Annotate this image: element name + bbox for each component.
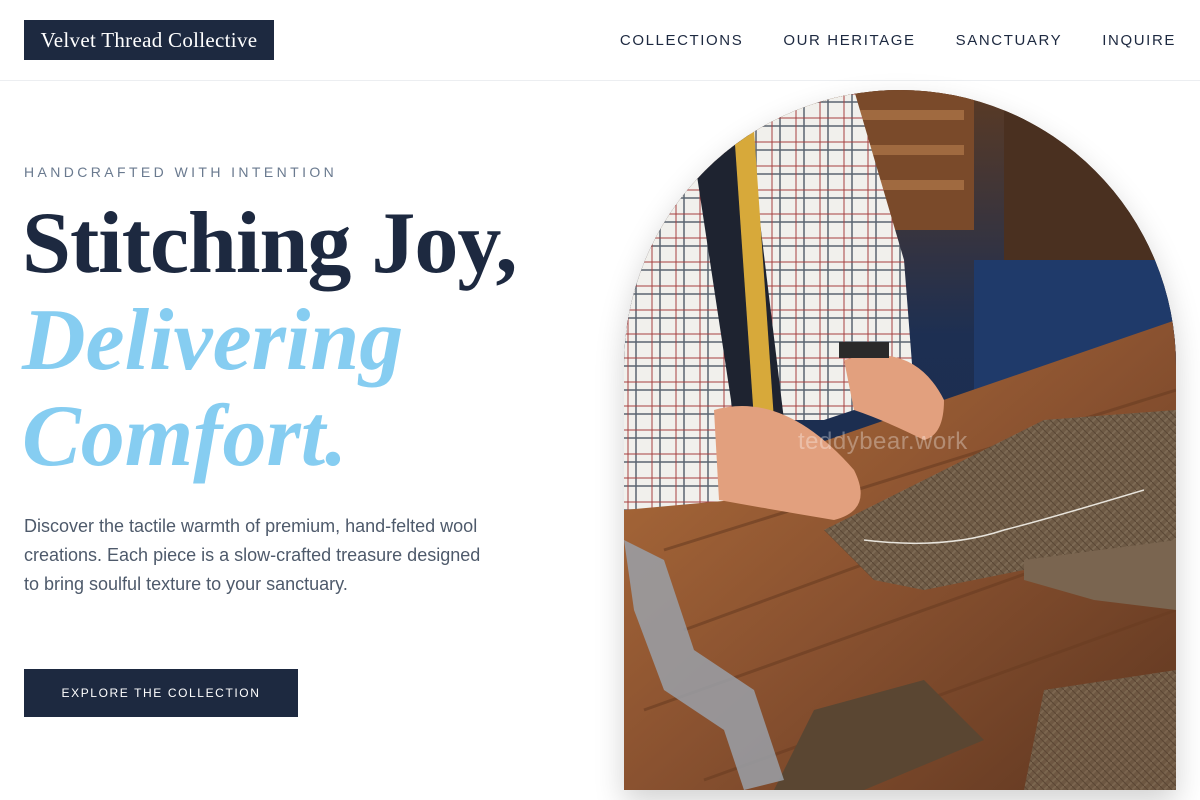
headline-line-1: Stitching Joy, — [22, 195, 518, 292]
hero-headline: Stitching Joy, Delivering Comfort. — [22, 195, 518, 485]
image-watermark: teddybear.work — [798, 428, 968, 455]
hero-eyebrow: HANDCRAFTED WITH INTENTION — [24, 164, 338, 180]
headline-line-3: Comfort. — [22, 388, 348, 485]
explore-collection-button[interactable]: EXPLORE THE COLLECTION — [24, 669, 298, 717]
site-header: Velvet Thread Collective COLLECTIONS OUR… — [0, 0, 1200, 81]
brand-logo[interactable]: Velvet Thread Collective — [24, 20, 274, 60]
headline-line-2: Delivering — [22, 292, 404, 389]
main-nav: COLLECTIONS OUR HERITAGE SANCTUARY INQUI… — [620, 0, 1176, 80]
hero-description: Discover the tactile warmth of premium, … — [24, 516, 481, 594]
nav-item-collections[interactable]: COLLECTIONS — [620, 32, 743, 49]
nav-item-inquire[interactable]: INQUIRE — [1102, 32, 1176, 49]
nav-item-sanctuary[interactable]: SANCTUARY — [956, 32, 1063, 49]
nav-item-our-heritage[interactable]: OUR HERITAGE — [783, 32, 915, 49]
